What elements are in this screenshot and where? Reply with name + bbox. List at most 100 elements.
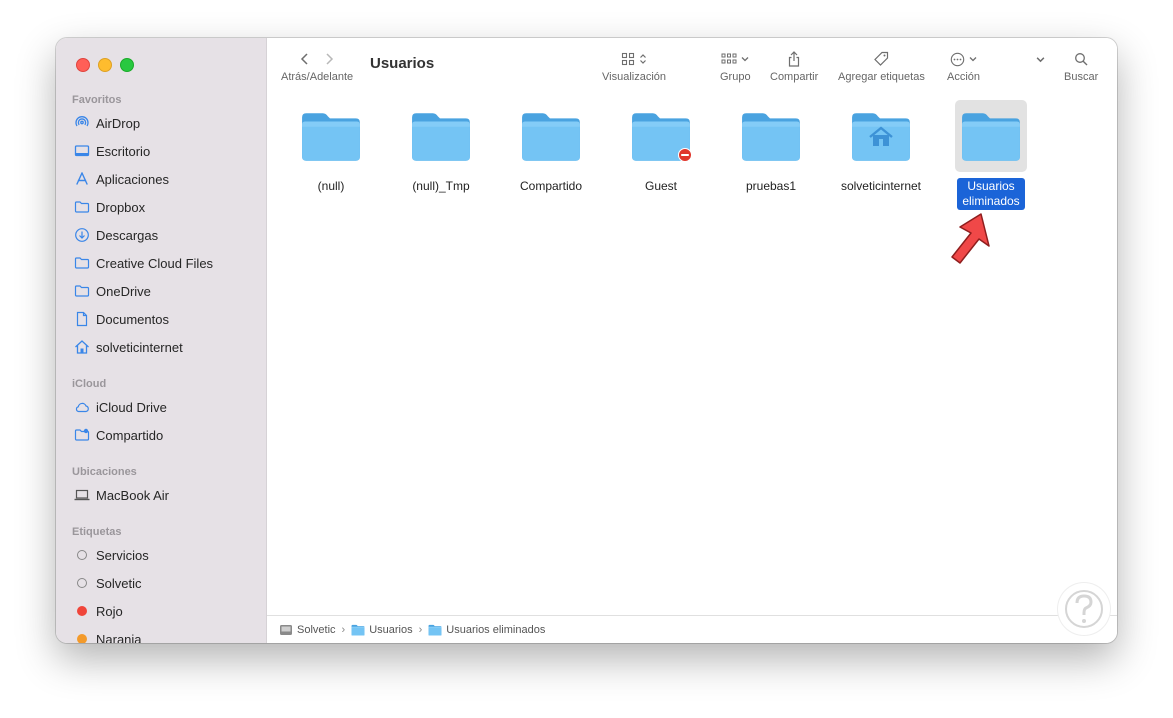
folder-icon [735, 100, 807, 172]
path-crumb-usuarios[interactable]: Usuarios [351, 623, 413, 636]
drive-icon [280, 624, 292, 635]
share-icon [789, 51, 800, 67]
tag-empty-icon [74, 575, 90, 591]
nav-label: Atrás/Adelante [281, 71, 354, 83]
group-button[interactable]: Grupo [720, 50, 751, 83]
path-bar: Solvetic › Usuarios › Usuarios eliminado… [267, 615, 1117, 643]
sidebar-item-macbook-air[interactable]: MacBook Air [74, 483, 169, 507]
add-tags-button[interactable]: Agregar etiquetas [838, 50, 925, 83]
folder-name: (null)_Tmp [412, 179, 470, 193]
share-button[interactable]: Compartir [770, 50, 818, 83]
sidebar-item-label: Naranja [96, 631, 142, 644]
tag-orange-icon [74, 631, 90, 643]
folder-item-pruebas1[interactable]: pruebas1 [721, 100, 821, 195]
folder-item-solveticinternet[interactable]: solveticinternet [831, 100, 931, 195]
updown-chevron-icon [640, 54, 646, 64]
sidebar-item-documentos[interactable]: Documentos [74, 307, 169, 331]
downloads-icon [74, 227, 90, 243]
chevron-down-icon [741, 57, 749, 62]
sidebar-section-etiquetas: Etiquetas [72, 526, 122, 538]
sidebar-item-solveticinternet[interactable]: solveticinternet [74, 335, 183, 359]
folder-item-compartido[interactable]: Compartido [501, 100, 601, 195]
main-content: Atrás/Adelante Usuarios Visualización Gr… [267, 38, 1117, 643]
sidebar-item-label: Solvetic [96, 575, 142, 591]
sidebar-item-label: AirDrop [96, 115, 141, 131]
shared-folder-icon [74, 427, 90, 443]
window-title: Usuarios [370, 55, 435, 72]
sidebar-item-onedrive[interactable]: OneDrive [74, 279, 151, 303]
sidebar-item-tag-servicios[interactable]: Servicios [74, 543, 149, 567]
tag-icon [874, 51, 889, 66]
sidebar-item-creative-cloud-files[interactable]: Creative Cloud Files [74, 251, 213, 275]
laptop-icon [74, 487, 90, 503]
cloud-icon [74, 399, 90, 415]
add-tags-label: Agregar etiquetas [838, 71, 925, 83]
folder-name: solveticinternet [840, 179, 922, 193]
search-label: Buscar [1064, 71, 1099, 83]
folder-icon [428, 624, 442, 636]
sidebar-item-label: Aplicaciones [96, 171, 169, 187]
icon-view-grid-icon [621, 52, 635, 66]
zoom-window-button[interactable] [120, 58, 134, 72]
search-button[interactable]: Buscar [1064, 50, 1098, 83]
path-crumb-label: Solvetic [297, 623, 336, 636]
sidebar-item-dropbox[interactable]: Dropbox [74, 195, 145, 219]
window-controls [76, 58, 134, 72]
forward-chevron-icon[interactable] [324, 52, 334, 66]
path-crumb-usuarios-eliminados[interactable]: Usuarios eliminados [428, 624, 545, 636]
minimize-window-button[interactable] [98, 58, 112, 72]
desktop-icon [74, 143, 90, 159]
share-label: Compartir [770, 71, 819, 83]
chevron-down-icon [1036, 56, 1045, 62]
path-separator-icon: › [341, 623, 346, 636]
folder-icon [351, 624, 365, 636]
sidebar-item-label: OneDrive [96, 283, 151, 299]
sidebar-item-label: Servicios [96, 547, 149, 563]
folder-item-guest[interactable]: Guest [611, 100, 711, 195]
path-crumb-label: Usuarios eliminados [446, 623, 546, 636]
sidebar-item-label: Dropbox [96, 199, 146, 215]
close-window-button[interactable] [76, 58, 90, 72]
sidebar-item-label: solveticinternet [96, 339, 183, 355]
action-button[interactable]: Acción [947, 50, 980, 83]
folder-icon [74, 283, 90, 299]
sidebar-item-label: Creative Cloud Files [96, 255, 214, 271]
folder-icon [625, 100, 697, 172]
sidebar-item-airdrop[interactable]: AirDrop [74, 111, 140, 135]
sidebar-item-escritorio[interactable]: Escritorio [74, 139, 150, 163]
folder-name: pruebas1 [745, 179, 797, 193]
path-crumb-label: Usuarios [369, 623, 413, 636]
sidebar-item-label: Escritorio [96, 143, 151, 159]
sidebar-item-tag-rojo[interactable]: Rojo [74, 599, 123, 623]
folder-item-usuarios-eliminados[interactable]: Usuarios eliminados [941, 100, 1041, 210]
folder-item-null[interactable]: (null) [281, 100, 381, 195]
applications-icon [74, 171, 90, 187]
chevron-down-icon [969, 57, 977, 62]
back-chevron-icon[interactable] [300, 52, 310, 66]
view-button[interactable]: Visualización [602, 50, 666, 83]
sidebar-item-label: Documentos [96, 311, 169, 327]
sidebar-section-ubicaciones: Ubicaciones [72, 466, 137, 478]
group-grid-icon [721, 53, 737, 64]
annotation-arrow-icon [951, 213, 990, 264]
nav-group: Atrás/Adelante [281, 50, 353, 83]
finder-window: Favoritos AirDrop Escritorio Aplicacione… [56, 38, 1117, 643]
folder-name: (null) [317, 179, 345, 193]
home-folder-icon [845, 100, 917, 172]
path-crumb-solvetic[interactable]: Solvetic [279, 624, 336, 636]
sidebar-section-favorites: Favoritos [72, 94, 122, 106]
more-toolbar-button[interactable] [1036, 50, 1045, 68]
sidebar-item-compartido[interactable]: Compartido [74, 423, 163, 447]
sidebar-section-icloud: iCloud [72, 378, 107, 390]
sidebar-item-tag-naranja[interactable]: Naranja [74, 627, 142, 643]
question-mark-logo-icon [1065, 590, 1103, 628]
sidebar-item-descargas[interactable]: Descargas [74, 223, 158, 247]
action-label: Acción [947, 71, 981, 83]
sidebar: Favoritos AirDrop Escritorio Aplicacione… [56, 38, 267, 643]
sidebar-item-icloud-drive[interactable]: iCloud Drive [74, 395, 167, 419]
tag-red-icon [74, 603, 90, 619]
sidebar-item-aplicaciones[interactable]: Aplicaciones [74, 167, 169, 191]
folder-item-null-tmp[interactable]: (null)_Tmp [391, 100, 491, 195]
folder-name: Compartido [519, 179, 583, 193]
sidebar-item-tag-solvetic[interactable]: Solvetic [74, 571, 142, 595]
